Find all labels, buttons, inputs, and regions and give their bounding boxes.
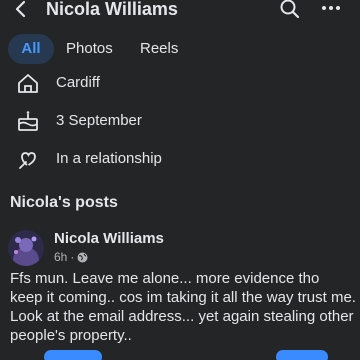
heart-icon [16, 148, 40, 170]
avatar[interactable] [8, 230, 44, 266]
profile-title: Nicola Williams [46, 0, 178, 19]
location-text: Cardiff [56, 74, 100, 91]
posts-section-title: Nicola's posts [10, 194, 118, 211]
meta-separator: · [70, 250, 75, 264]
birthday-cake-icon [16, 110, 40, 132]
post-time[interactable]: 6h [54, 250, 67, 264]
tab-photos[interactable]: Photos [66, 34, 113, 64]
reaction-highlight [44, 350, 102, 360]
birthday-text: 3 September [56, 112, 142, 129]
reaction-highlight [276, 350, 328, 360]
about-birthday-row: 3 September [0, 108, 360, 134]
post-meta: 6h · [54, 250, 88, 264]
tab-all[interactable]: All [8, 34, 54, 64]
about-relationship-row: In a relationship [0, 146, 360, 172]
tab-reels[interactable]: Reels [140, 34, 178, 64]
top-bar: Nicola Williams [0, 0, 360, 22]
about-location-row: Cardiff [0, 70, 360, 96]
relationship-text: In a relationship [56, 150, 162, 167]
post-body-text: Ffs mun. Leave me alone... more evidence… [10, 270, 356, 344]
search-icon[interactable] [278, 0, 302, 20]
profile-tabs: All Photos Reels [0, 34, 360, 64]
home-icon [16, 72, 40, 94]
post-author[interactable]: Nicola Williams [54, 230, 164, 247]
globe-icon [77, 252, 88, 263]
more-horizontal-icon[interactable] [316, 0, 346, 20]
back-chevron-icon[interactable] [10, 0, 32, 20]
